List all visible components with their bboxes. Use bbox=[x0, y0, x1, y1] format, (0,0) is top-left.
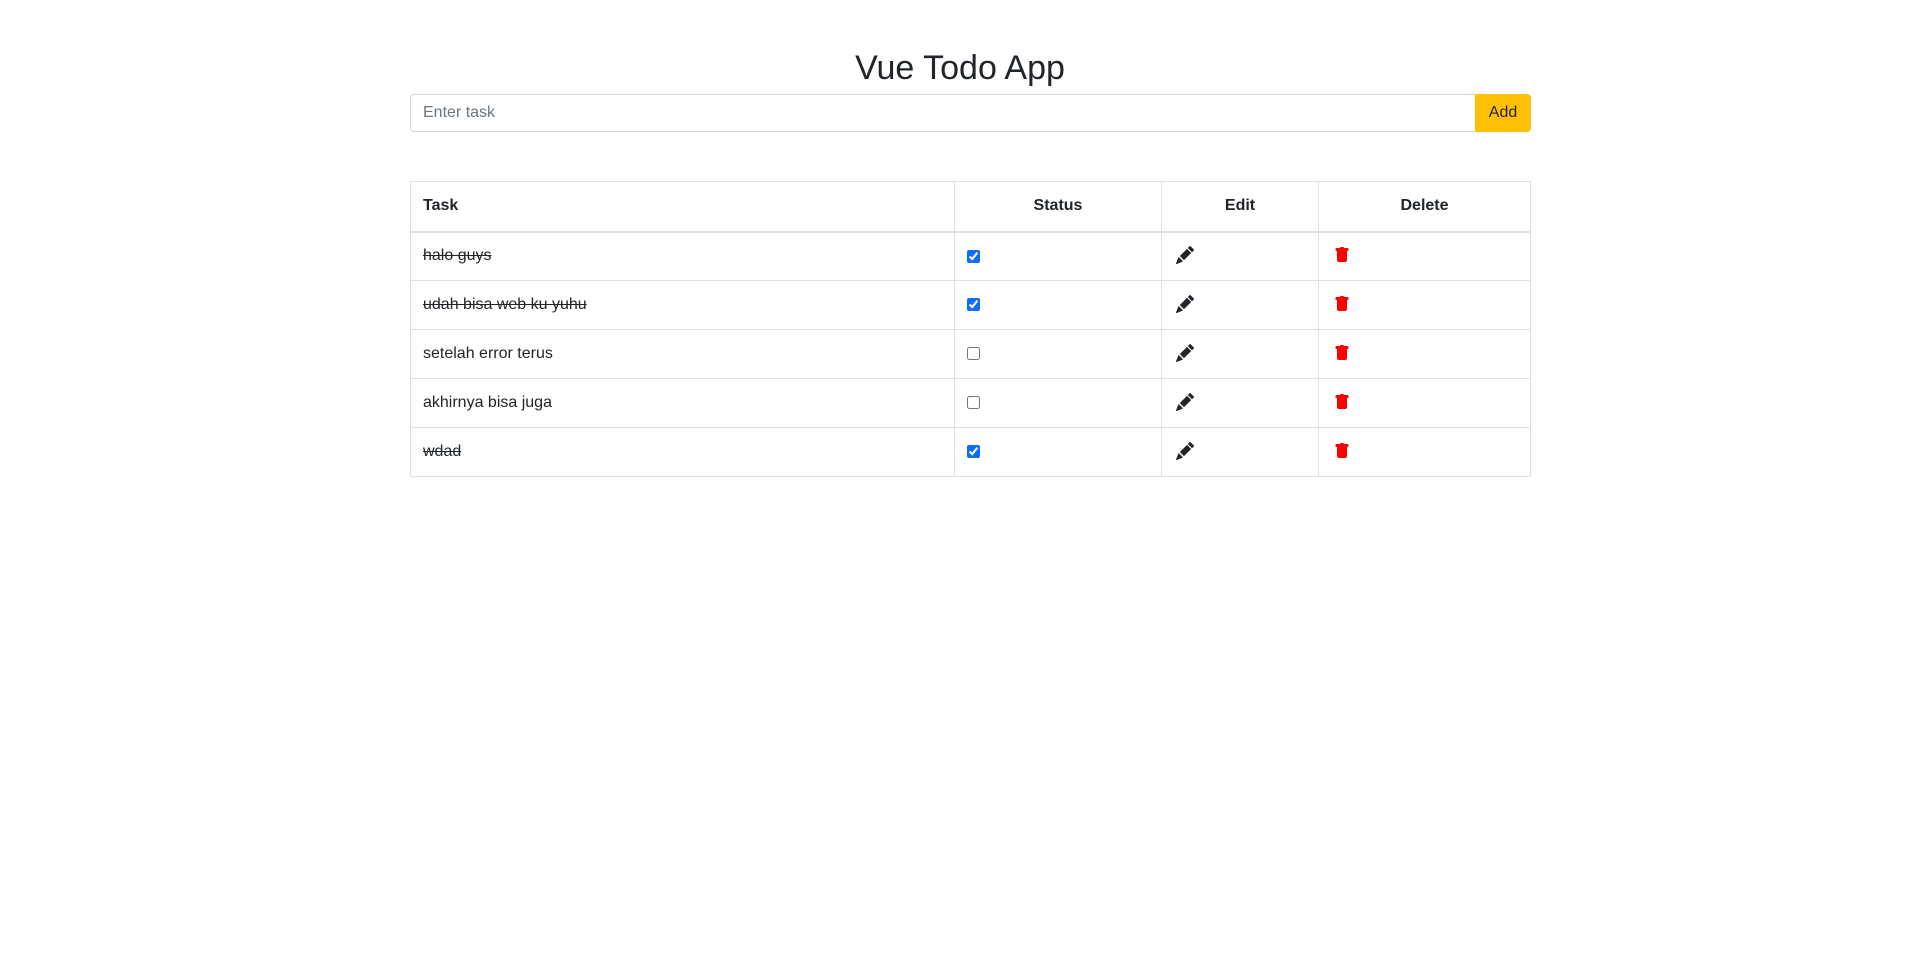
task-cell: wdad bbox=[410, 427, 955, 477]
header-edit: Edit bbox=[1161, 181, 1319, 233]
delete-cell bbox=[1318, 231, 1531, 281]
pencil-icon[interactable] bbox=[1174, 244, 1196, 266]
edit-cell bbox=[1161, 427, 1319, 477]
task-text: wdad bbox=[423, 443, 462, 460]
trash-icon[interactable] bbox=[1331, 342, 1353, 364]
task-table: Task Status Edit Delete halo guys udah bi… bbox=[410, 181, 1531, 477]
edit-cell bbox=[1161, 329, 1319, 379]
status-cell bbox=[954, 427, 1162, 477]
status-checkbox[interactable] bbox=[967, 249, 980, 263]
pencil-icon[interactable] bbox=[1174, 293, 1196, 315]
add-task-form: Add bbox=[410, 94, 1531, 132]
trash-icon[interactable] bbox=[1331, 244, 1353, 266]
header-task: Task bbox=[410, 181, 955, 233]
task-text: setelah error terus bbox=[423, 345, 553, 362]
delete-cell bbox=[1318, 280, 1531, 330]
task-text: halo guys bbox=[423, 247, 492, 265]
pencil-icon[interactable] bbox=[1174, 440, 1196, 462]
trash-icon[interactable] bbox=[1331, 293, 1353, 315]
add-button[interactable]: Add bbox=[1475, 94, 1531, 132]
header-delete: Delete bbox=[1318, 181, 1531, 233]
delete-cell bbox=[1318, 427, 1531, 477]
header-status: Status bbox=[954, 181, 1162, 233]
task-cell: akhirnya bisa juga bbox=[410, 378, 955, 428]
page-title: Vue Todo App bbox=[855, 49, 1065, 87]
status-checkbox[interactable] bbox=[967, 396, 980, 410]
task-text: akhirnya bisa juga bbox=[423, 394, 552, 411]
table-header-row: Task Status Edit Delete bbox=[410, 181, 1531, 233]
task-input[interactable] bbox=[410, 94, 1475, 132]
todo-app: Vue Todo App Add Task Status Edit Delete… bbox=[0, 0, 1920, 973]
edit-cell bbox=[1161, 280, 1319, 330]
table-row: udah bisa web ku yuhu bbox=[410, 280, 1531, 330]
delete-cell bbox=[1318, 378, 1531, 428]
task-text: udah bisa web ku yuhu bbox=[423, 296, 587, 313]
task-list: halo guys udah bisa web ku yuhu setelah er… bbox=[410, 231, 1531, 477]
task-cell: udah bisa web ku yuhu bbox=[410, 280, 955, 330]
trash-icon[interactable] bbox=[1331, 440, 1353, 462]
table-row: akhirnya bisa juga bbox=[410, 378, 1531, 428]
pencil-icon[interactable] bbox=[1174, 391, 1196, 413]
status-cell bbox=[954, 231, 1162, 281]
delete-cell bbox=[1318, 329, 1531, 379]
edit-cell bbox=[1161, 378, 1319, 428]
table-row: setelah error terus bbox=[410, 329, 1531, 379]
status-cell bbox=[954, 280, 1162, 330]
trash-icon[interactable] bbox=[1331, 391, 1353, 413]
table-row: wdad bbox=[410, 427, 1531, 477]
edit-cell bbox=[1161, 231, 1319, 281]
task-cell: halo guys bbox=[410, 231, 955, 281]
status-cell bbox=[954, 378, 1162, 428]
status-checkbox[interactable] bbox=[967, 298, 980, 312]
task-cell: setelah error terus bbox=[410, 329, 955, 379]
status-checkbox[interactable] bbox=[967, 445, 980, 459]
table-row: halo guys bbox=[410, 231, 1531, 281]
status-checkbox[interactable] bbox=[967, 347, 980, 361]
status-cell bbox=[954, 329, 1162, 379]
pencil-icon[interactable] bbox=[1174, 342, 1196, 364]
